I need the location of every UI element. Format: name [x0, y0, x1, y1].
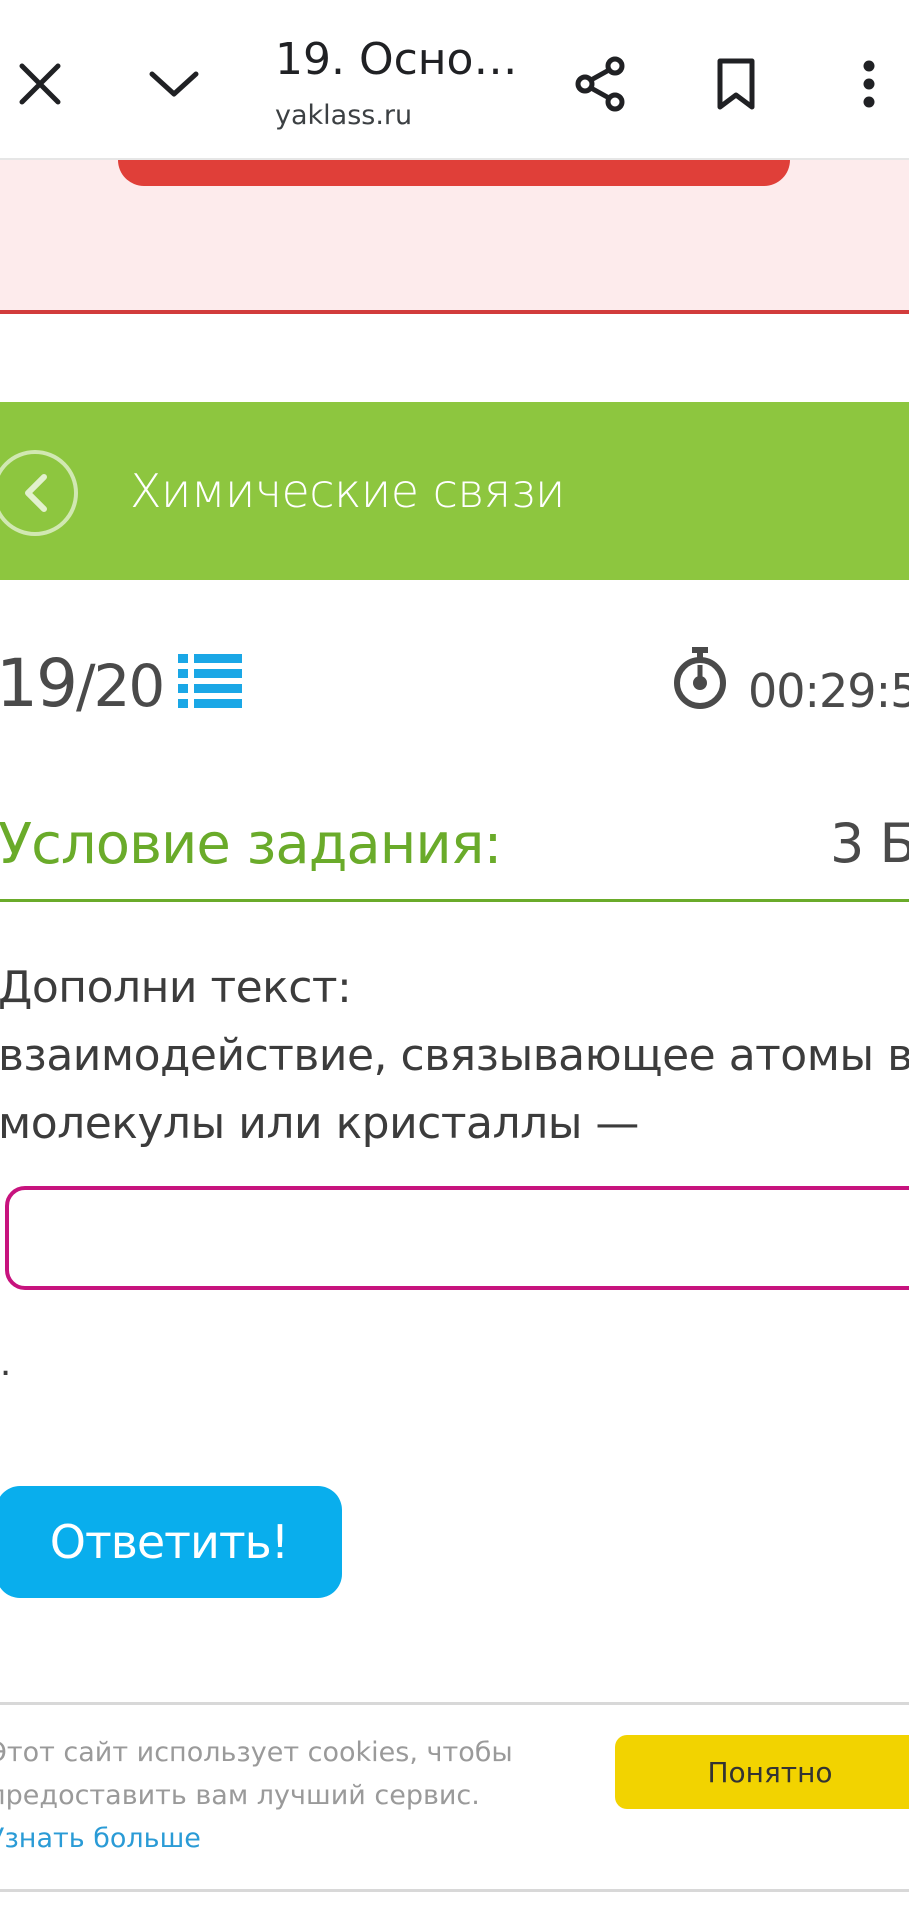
list-icon[interactable] [178, 652, 242, 713]
submit-button[interactable]: Ответить! [0, 1486, 342, 1598]
bookmark-icon[interactable] [696, 44, 776, 124]
cookie-text: Этот сайт использует cookies, чтобы пред… [0, 1731, 548, 1860]
share-icon[interactable] [560, 44, 640, 124]
topic-title: Химические связи [130, 464, 565, 518]
chevron-left-icon [25, 474, 47, 512]
task-text-line: молекулы или кристаллы — [0, 1098, 639, 1149]
task-text-line: Дополни текст: [0, 962, 352, 1013]
page-title[interactable]: 19. Осно… [275, 34, 517, 85]
browser-toolbar: 19. Осно… yaklass.ru [0, 0, 909, 160]
alert-button-remnant[interactable] [118, 160, 790, 186]
cookie-banner: Этот сайт использует cookies, чтобы пред… [0, 1702, 909, 1892]
cookie-message: Этот сайт использует cookies, чтобы пред… [0, 1737, 513, 1811]
more-vert-icon[interactable] [829, 44, 909, 124]
condition-title: Условие задания: [0, 812, 502, 877]
chevron-down-icon[interactable] [134, 44, 214, 124]
condition-divider [0, 899, 909, 902]
topic-header: Химические связи [0, 402, 909, 580]
close-icon[interactable] [0, 44, 80, 124]
cookie-accept-button[interactable]: Понятно [615, 1735, 909, 1809]
cookie-learn-more-link[interactable]: Узнать больше [0, 1823, 201, 1854]
sentence-end: . [0, 1340, 12, 1384]
timer-value: 00:29:53 [748, 664, 909, 718]
task-text-line: взаимодействие, связывающее атомы в [0, 1030, 909, 1081]
progress-current: 19 [0, 645, 78, 722]
page-domain[interactable]: yaklass.ru [275, 100, 412, 131]
answer-input[interactable] [5, 1186, 909, 1290]
condition-points: 3 Б. [830, 812, 909, 875]
back-button[interactable] [0, 450, 78, 536]
alert-banner [0, 160, 909, 314]
question-progress: 19/20 [0, 645, 165, 722]
progress-total: /20 [75, 652, 165, 720]
stopwatch-icon [672, 645, 728, 716]
